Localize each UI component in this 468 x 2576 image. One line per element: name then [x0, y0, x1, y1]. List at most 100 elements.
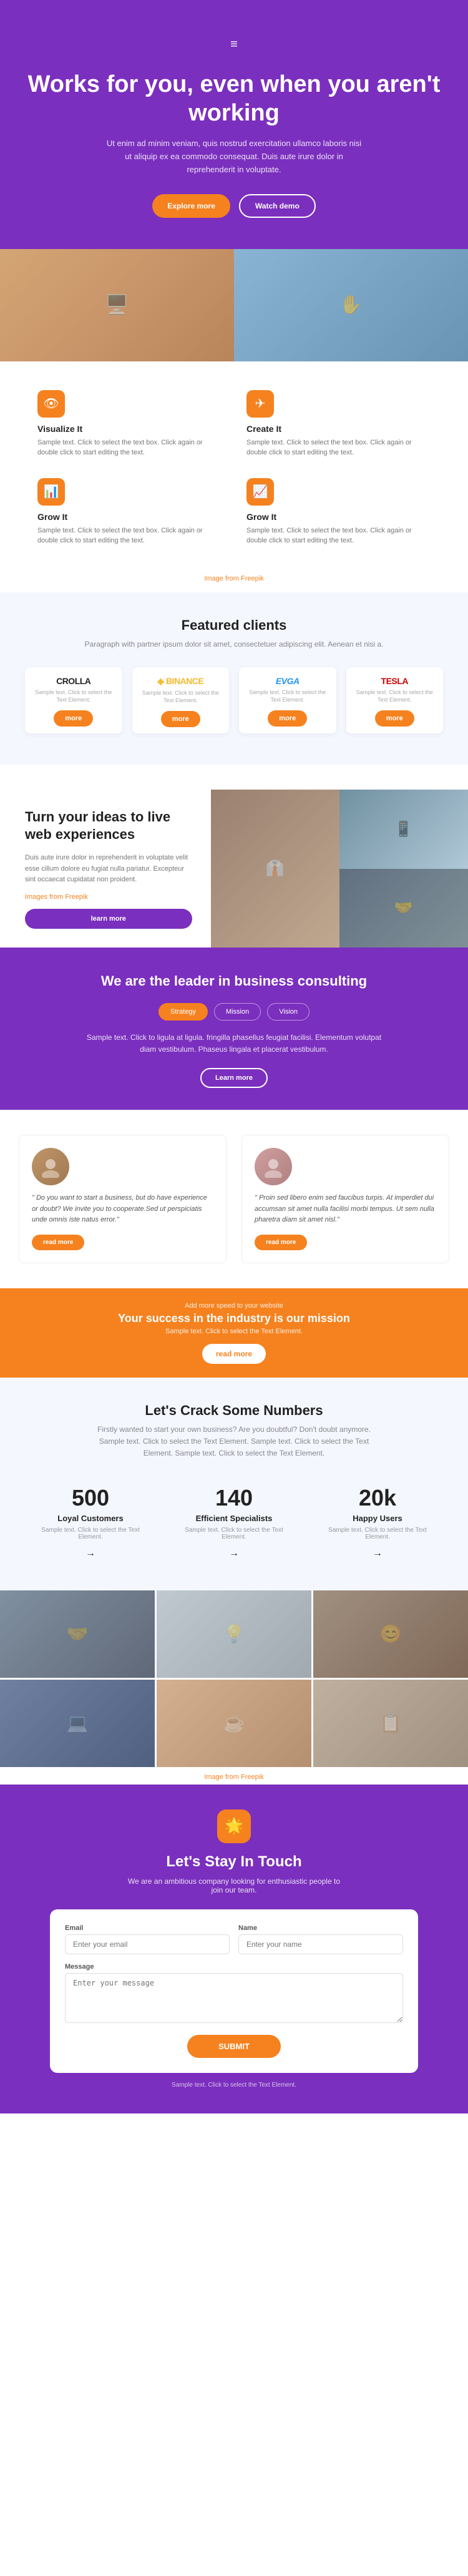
client-more-crolla[interactable]: more	[54, 710, 93, 727]
contact-form: Email Name Message SUBMIT	[50, 1909, 418, 2073]
numbers-grid: 500 Loyal Customers Sample text. Click t…	[25, 1479, 443, 1565]
number-desc-users: Sample text. Click to select the Text El…	[318, 1527, 437, 1540]
client-card-tesla: TESLA Sample text. Click to select the T…	[346, 667, 444, 733]
client-desc-evga: Sample text. Click to select the Text El…	[245, 688, 330, 704]
live-image-2: 📱	[339, 790, 468, 869]
numbers-title: Let's Crack Some Numbers	[25, 1403, 443, 1419]
cta-small-text: Add more speed to your website	[25, 1302, 443, 1310]
feature-icon-4: 📈	[246, 478, 274, 506]
number-label-specialists: Efficient Specialists	[175, 1514, 293, 1523]
explore-more-button[interactable]: Explore more	[152, 194, 230, 218]
client-card-evga: EVGA Sample text. Click to select the Te…	[239, 667, 336, 733]
contact-subtitle: We are an ambitious company looking for …	[122, 1877, 346, 1894]
client-more-evga[interactable]: more	[268, 710, 307, 727]
number-arrow-specialists[interactable]: →	[229, 1548, 239, 1559]
live-content: Turn your ideas to live web experiences …	[0, 790, 211, 948]
numbers-subtitle: Firstly wanted to start your own busines…	[84, 1424, 384, 1460]
live-image-1: 👔	[211, 790, 339, 948]
testimonials-section: " Do you want to start a business, but d…	[0, 1110, 468, 1288]
clients-section: Featured clients Paragraph with partner …	[0, 592, 468, 765]
feature-card-4: 📈 Grow It Sample text. Click to select t…	[234, 468, 443, 556]
menu-icon[interactable]: ≡	[25, 37, 443, 52]
live-img-ph-3: 🤝	[339, 869, 468, 948]
name-label: Name	[238, 1924, 403, 1932]
leader-desc: Sample text. Click to ligula at ligula. …	[84, 1032, 384, 1055]
client-logo-binance: ◈ BINANCE	[139, 676, 223, 687]
number-arrow-customers[interactable]: →	[85, 1548, 95, 1559]
message-label: Message	[65, 1963, 403, 1971]
client-desc-tesla: Sample text. Click to select the Text El…	[353, 688, 437, 704]
leader-learn-more-button[interactable]: Learn more	[200, 1068, 268, 1088]
leader-tab-vision[interactable]: Vision	[267, 1003, 310, 1021]
feature-card-3: 📊 Grow It Sample text. Click to select t…	[25, 468, 234, 556]
feature-image-cool: ✋	[234, 249, 468, 361]
number-value-users: 20k	[318, 1485, 437, 1511]
client-desc-binance: Sample text. Click to select the Text El…	[139, 689, 223, 705]
cta-section: Add more speed to your website Your succ…	[0, 1288, 468, 1378]
form-group-name: Name	[238, 1924, 403, 1954]
testimonial-btn-2[interactable]: read more	[255, 1235, 307, 1250]
live-learn-more-button[interactable]: learn more	[25, 909, 192, 929]
feature-icon-2: ✈	[246, 390, 274, 418]
message-textarea[interactable]	[65, 1973, 403, 2023]
client-logo-crolla: CROLLA	[31, 676, 116, 686]
client-card-crolla: CROLLA Sample text. Click to select the …	[25, 667, 122, 733]
testimonial-avatar-2	[255, 1148, 292, 1185]
feature-image-right: ✋	[234, 249, 468, 361]
live-desc: Duis aute irure dolor in reprehenderit i…	[25, 853, 192, 886]
numbers-section: Let's Crack Some Numbers Firstly wanted …	[0, 1378, 468, 1590]
features-section: 🖥️ ✋ 👁 Visualize It Sample text. Click t…	[0, 249, 468, 592]
number-label-customers: Loyal Customers	[31, 1514, 150, 1523]
live-img-ph-2: 📱	[339, 790, 468, 869]
email-label: Email	[65, 1924, 230, 1932]
photo-ph-1: 🤝	[0, 1590, 155, 1678]
photo-ph-5: ☕	[157, 1680, 311, 1767]
photo-cell-3: 😊	[313, 1590, 468, 1678]
photo-grid: 🤝 💡 😊 💻 ☕ 📋	[0, 1590, 468, 1767]
photo-cell-6: 📋	[313, 1680, 468, 1767]
client-logo-evga: EVGA	[245, 676, 330, 686]
number-label-users: Happy Users	[318, 1514, 437, 1523]
client-more-tesla[interactable]: more	[375, 710, 414, 727]
leader-section: We are the leader in business consulting…	[0, 948, 468, 1110]
submit-button[interactable]: SUBMIT	[187, 2035, 281, 2058]
live-image-3: 🤝	[339, 869, 468, 948]
number-value-specialists: 140	[175, 1485, 293, 1511]
features-from: Image from Freepik	[0, 575, 468, 592]
feature-card-2: ✈ Create It Sample text. Click to select…	[234, 380, 443, 468]
leader-tab-mission[interactable]: Mission	[214, 1003, 261, 1021]
feature-desc-2: Sample text. Click to select the text bo…	[246, 438, 431, 458]
clients-logos: CROLLA Sample text. Click to select the …	[25, 667, 443, 733]
photo-from: Image from Freepik	[0, 1767, 468, 1785]
testimonial-quote-1: " Do you want to start a business, but d…	[32, 1193, 213, 1226]
cta-read-more-button[interactable]: read more	[202, 1344, 266, 1364]
feature-desc-3: Sample text. Click to select the text bo…	[37, 526, 222, 546]
number-arrow-users[interactable]: →	[373, 1548, 383, 1559]
clients-title: Featured clients	[25, 617, 443, 634]
testimonial-card-2: " Proin sed libero enim sed faucibus tur…	[241, 1135, 449, 1263]
testimonial-quote-2: " Proin sed libero enim sed faucibus tur…	[255, 1193, 436, 1226]
photo-cell-5: ☕	[157, 1680, 311, 1767]
photo-ph-2: 💡	[157, 1590, 311, 1678]
feature-icon-3: 📊	[37, 478, 65, 506]
contact-title: Let's Stay In Touch	[50, 1853, 418, 1871]
feature-card-1: 👁 Visualize It Sample text. Click to sel…	[25, 380, 234, 468]
email-input[interactable]	[65, 1934, 230, 1954]
photo-ph-4: 💻	[0, 1680, 155, 1767]
feature-title-2: Create It	[246, 424, 431, 434]
leader-tab-strategy[interactable]: Strategy	[158, 1003, 208, 1021]
client-more-binance[interactable]: more	[161, 711, 200, 727]
number-card-specialists: 140 Efficient Specialists Sample text. C…	[168, 1479, 300, 1565]
feature-desc-4: Sample text. Click to select the text bo…	[246, 526, 431, 546]
contact-section: 🌟 Let's Stay In Touch We are an ambitiou…	[0, 1785, 468, 2113]
clients-subtitle: Paragraph with partner ipsum dolor sit a…	[25, 639, 443, 650]
name-input[interactable]	[238, 1934, 403, 1954]
watch-demo-button[interactable]: Watch demo	[239, 194, 316, 218]
photo-cell-4: 💻	[0, 1680, 155, 1767]
number-card-customers: 500 Loyal Customers Sample text. Click t…	[25, 1479, 156, 1565]
feature-title-3: Grow It	[37, 512, 222, 522]
form-row-top: Email Name	[65, 1924, 403, 1954]
number-desc-specialists: Sample text. Click to select the Text El…	[175, 1527, 293, 1540]
feature-image-left: 🖥️	[0, 249, 234, 361]
testimonial-btn-1[interactable]: read more	[32, 1235, 84, 1250]
